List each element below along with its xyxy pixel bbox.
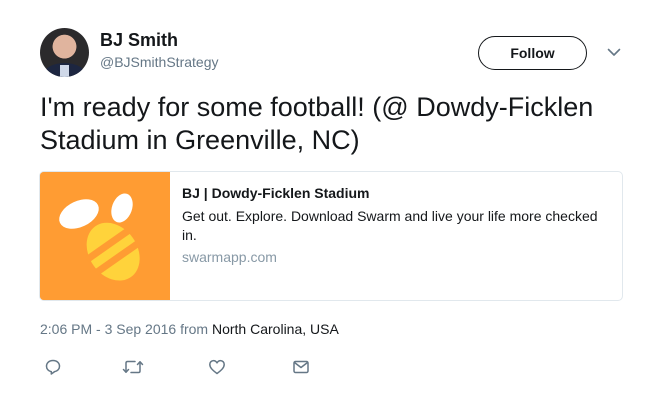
- card-title[interactable]: BJ | Dowdy-Ficklen Stadium: [182, 184, 602, 202]
- card-domain[interactable]: swarmapp.com: [182, 249, 602, 265]
- chevron-down-icon[interactable]: [604, 42, 624, 62]
- like-icon[interactable]: [206, 356, 228, 378]
- card-body: BJ | Dowdy-Ficklen Stadium Get out. Expl…: [182, 184, 602, 265]
- message-icon[interactable]: [290, 356, 312, 378]
- retweet-icon[interactable]: [122, 356, 144, 378]
- follow-button[interactable]: Follow: [478, 36, 587, 70]
- user-handle[interactable]: @BJSmithStrategy: [100, 54, 218, 70]
- location-link[interactable]: North Carolina, USA: [212, 321, 339, 337]
- timestamp[interactable]: 2:06 PM - 3 Sep 2016: [40, 321, 176, 337]
- avatar[interactable]: [40, 28, 89, 77]
- tweet-meta: 2:06 PM - 3 Sep 2016 from North Carolina…: [40, 321, 339, 337]
- link-card[interactable]: BJ | Dowdy-Ficklen Stadium Get out. Expl…: [39, 171, 623, 301]
- user-name[interactable]: BJ Smith: [100, 30, 178, 51]
- card-description: Get out. Explore. Download Swarm and liv…: [182, 208, 598, 243]
- tweet-text: I'm ready for some football! (@ Dowdy-Fi…: [40, 92, 594, 155]
- swarm-logo: [40, 172, 170, 300]
- from-label: from: [176, 321, 212, 337]
- reply-icon[interactable]: [42, 356, 64, 378]
- tweet: BJ Smith @BJSmithStrategy Follow I'm rea…: [0, 0, 661, 404]
- avatar-shirt: [60, 65, 69, 77]
